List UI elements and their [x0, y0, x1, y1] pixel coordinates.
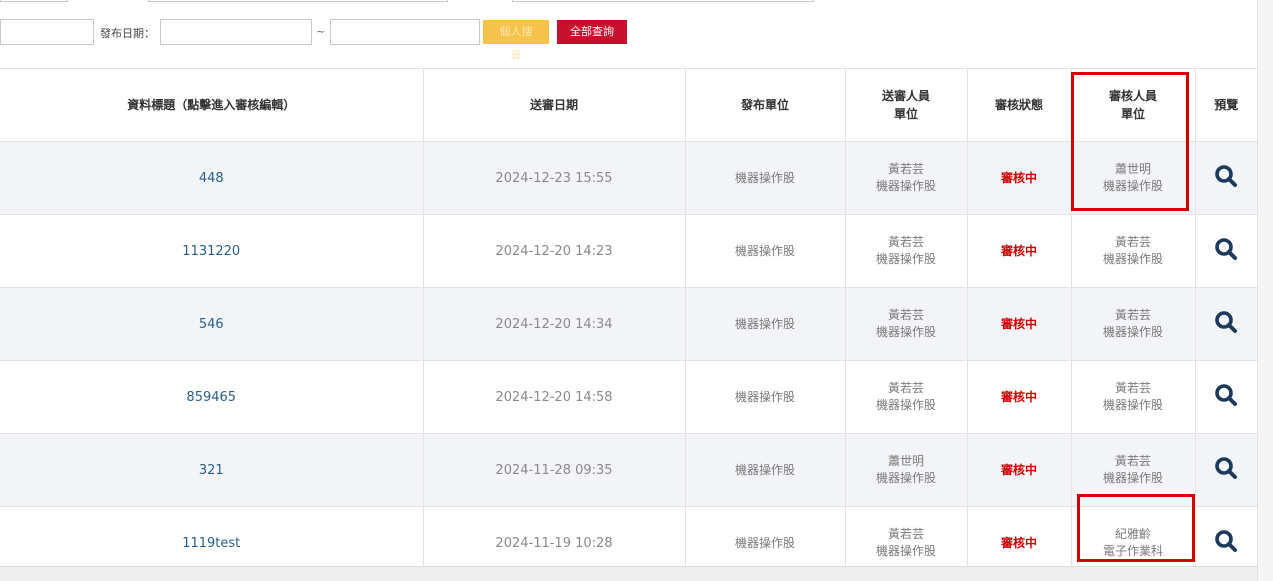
row-reviewer: 黃若芸 機器操作股 [1071, 214, 1196, 288]
row-preview[interactable] [1195, 214, 1257, 288]
row-publish-unit: 機器操作股 [685, 214, 846, 288]
publish-date-end-input[interactable] [330, 19, 480, 45]
table-row: 546 2024-12-20 14:34 機器操作股 黃若芸 機器操作股 審核中 黃若芸 機器… [0, 287, 1257, 361]
row-send-date: 2024-12-20 14:34 [423, 287, 686, 361]
header-title[interactable]: 資料標題（點擊進入審核編輯） [0, 68, 424, 142]
search-icon[interactable] [1213, 309, 1239, 335]
row-reviewer: 黃若芸 機器操作股 [1071, 360, 1196, 434]
row-publish-unit: 機器操作股 [685, 433, 846, 507]
table-row: 859465 2024-12-20 14:58 機器操作股 黃若芸 機器操作股 審核中 黃若… [0, 360, 1257, 434]
search-icon[interactable] [1213, 236, 1239, 262]
row-sender: 黃若芸 機器操作股 [845, 360, 968, 434]
review-table: 資料標題（點擊進入審核編輯） 送審日期 發布單位 送審人員 單位 審核狀態 審核人… [0, 68, 1257, 580]
row-preview[interactable] [1195, 141, 1257, 215]
header-publish-unit[interactable]: 發布單位 [685, 68, 846, 142]
row-send-date: 2024-12-23 15:55 [423, 141, 686, 215]
top-input-1[interactable] [0, 0, 68, 2]
header-status[interactable]: 審核狀態 [967, 68, 1072, 142]
row-title-link[interactable]: 546 [0, 287, 424, 361]
header-preview: 預覽 [1195, 68, 1257, 142]
keyword-input[interactable] [0, 19, 94, 45]
top-input-3[interactable] [512, 0, 814, 2]
row-send-date: 2024-12-20 14:58 [423, 360, 686, 434]
header-send-date[interactable]: 送審日期 [423, 68, 686, 142]
row-publish-unit: 機器操作股 [685, 287, 846, 361]
row-sender: 黃若芸 機器操作股 [845, 287, 968, 361]
row-preview[interactable] [1195, 360, 1257, 434]
row-title-link[interactable]: 321 [0, 433, 424, 507]
row-send-date: 2024-11-28 09:35 [423, 433, 686, 507]
row-title-link[interactable]: 1131220 [0, 214, 424, 288]
row-status-badge: 審核中 [967, 287, 1072, 361]
publish-date-start-input[interactable] [160, 19, 312, 45]
table-header-row: 資料標題（點擊進入審核編輯） 送審日期 發布單位 送審人員 單位 審核狀態 審核人… [0, 68, 1257, 142]
date-range-separator: ~ [316, 25, 326, 38]
row-reviewer: 蕭世明 機器操作股 [1071, 141, 1196, 215]
header-sender[interactable]: 送審人員 單位 [845, 68, 968, 142]
row-status-badge: 審核中 [967, 433, 1072, 507]
row-sender: 蕭世明 機器操作股 [845, 433, 968, 507]
row-status-badge: 審核中 [967, 141, 1072, 215]
table-row: 448 2024-12-23 15:55 機器操作股 黃若芸 機器操作股 審核中 蕭世明 機器… [0, 141, 1257, 215]
row-preview[interactable] [1195, 287, 1257, 361]
top-input-2[interactable] [148, 0, 448, 2]
publish-date-label: 發布日期： [100, 27, 155, 40]
search-icon[interactable] [1213, 455, 1239, 481]
row-title-link[interactable]: 448 [0, 141, 424, 215]
personal-search-button[interactable]: 個人搜尋 [483, 20, 549, 62]
row-reviewer: 黃若芸 機器操作股 [1071, 287, 1196, 361]
row-sender: 黃若芸 機器操作股 [845, 141, 968, 215]
row-publish-unit: 機器操作股 [685, 141, 846, 215]
filter-row: 發布日期： ~ 個人搜尋 全部查詢 [0, 19, 1273, 62]
search-icon[interactable] [1213, 382, 1239, 408]
table-row: 321 2024-11-28 09:35 機器操作股 蕭世明 機器操作股 審核中 黃若芸 機器… [0, 433, 1257, 507]
row-status-badge: 審核中 [967, 214, 1072, 288]
header-reviewer[interactable]: 審核人員 單位 [1071, 68, 1196, 142]
row-send-date: 2024-12-20 14:23 [423, 214, 686, 288]
row-status-badge: 審核中 [967, 360, 1072, 434]
horizontal-scrollbar[interactable] [0, 566, 1257, 581]
search-icon[interactable] [1213, 163, 1239, 189]
row-title-link[interactable]: 859465 [0, 360, 424, 434]
vertical-scrollbar[interactable] [1257, 0, 1273, 581]
row-reviewer: 黃若芸 機器操作股 [1071, 433, 1196, 507]
all-query-button[interactable]: 全部查詢 [557, 20, 627, 44]
review-table-container: 資料標題（點擊進入審核編輯） 送審日期 發布單位 送審人員 單位 審核狀態 審核人… [0, 68, 1257, 581]
search-icon[interactable] [1213, 528, 1239, 554]
row-preview[interactable] [1195, 433, 1257, 507]
table-row: 1131220 2024-12-20 14:23 機器操作股 黃若芸 機器操作股 審核中黃… [0, 214, 1257, 288]
row-publish-unit: 機器操作股 [685, 360, 846, 434]
row-sender: 黃若芸 機器操作股 [845, 214, 968, 288]
